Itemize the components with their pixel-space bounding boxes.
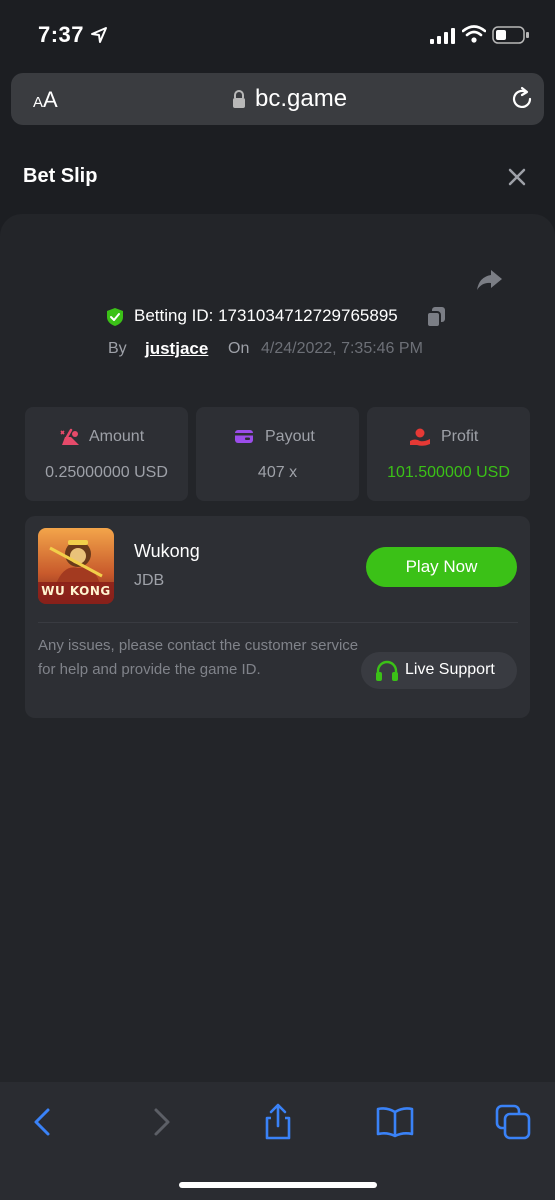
- battery-icon: [492, 26, 529, 44]
- payout-label: Payout: [265, 428, 315, 445]
- profit-value: 101.500000 USD: [387, 464, 510, 481]
- location-arrow-icon: [91, 27, 107, 43]
- game-thumbnail-title: WU KONG: [41, 584, 111, 598]
- game-provider: JDB: [134, 572, 165, 589]
- amount-card: Amount 0.25000000 USD: [25, 407, 188, 501]
- modal-header: Bet Slip: [0, 138, 555, 218]
- on-label: On: [228, 340, 250, 357]
- status-time: 7:37: [38, 22, 85, 47]
- share-sheet-icon[interactable]: [258, 1102, 298, 1142]
- address-bar[interactable]: AA bc.game: [11, 73, 544, 125]
- tabs-icon[interactable]: [493, 1102, 533, 1142]
- betting-id: Betting ID: 1731034712729765895: [134, 306, 398, 325]
- wifi-icon: [462, 25, 486, 43]
- url-text[interactable]: bc.game: [255, 85, 347, 113]
- forward-icon[interactable]: [142, 1102, 182, 1142]
- support-notice: Any issues, please contact the customer …: [38, 637, 359, 678]
- username-link[interactable]: justjace: [145, 339, 208, 359]
- wallet-icon: [235, 430, 253, 443]
- verified-shield-icon: [107, 308, 123, 326]
- profit-card: Profit 101.500000 USD: [367, 407, 530, 501]
- reload-icon[interactable]: [509, 86, 535, 112]
- game-name: Wukong: [134, 541, 200, 561]
- bookmarks-icon[interactable]: [375, 1102, 415, 1142]
- bet-date: 4/24/2022, 7:35:46 PM: [261, 340, 423, 357]
- profit-label: Profit: [441, 428, 479, 445]
- close-icon[interactable]: [506, 166, 528, 188]
- headset-icon: [376, 660, 398, 681]
- cellular-signal-icon: [430, 28, 455, 44]
- by-label: By: [108, 340, 127, 357]
- payout-card: Payout 407 x: [196, 407, 359, 501]
- back-icon[interactable]: [22, 1102, 62, 1142]
- home-indicator: [179, 1182, 377, 1188]
- play-now-button[interactable]: Play Now: [366, 547, 517, 587]
- copy-icon[interactable]: [426, 306, 446, 328]
- share-icon[interactable]: [475, 268, 503, 292]
- divider: [38, 622, 518, 623]
- modal-title: Bet Slip: [23, 165, 98, 187]
- profit-icon: [410, 428, 430, 446]
- status-bar: 7:37: [0, 0, 555, 70]
- game-card: WU KONG Wukong JDB Play Now Any issues, …: [25, 516, 530, 718]
- amount-icon: [60, 428, 79, 445]
- payout-value: 407 x: [257, 464, 298, 481]
- amount-label: Amount: [89, 428, 145, 445]
- game-thumbnail[interactable]: WU KONG: [38, 528, 114, 604]
- live-support-label: Live Support: [405, 661, 495, 678]
- amount-value: 0.25000000 USD: [45, 464, 168, 481]
- lock-icon: [233, 90, 245, 108]
- live-support-button[interactable]: Live Support: [361, 652, 517, 689]
- reader-settings-button[interactable]: AA: [33, 87, 58, 113]
